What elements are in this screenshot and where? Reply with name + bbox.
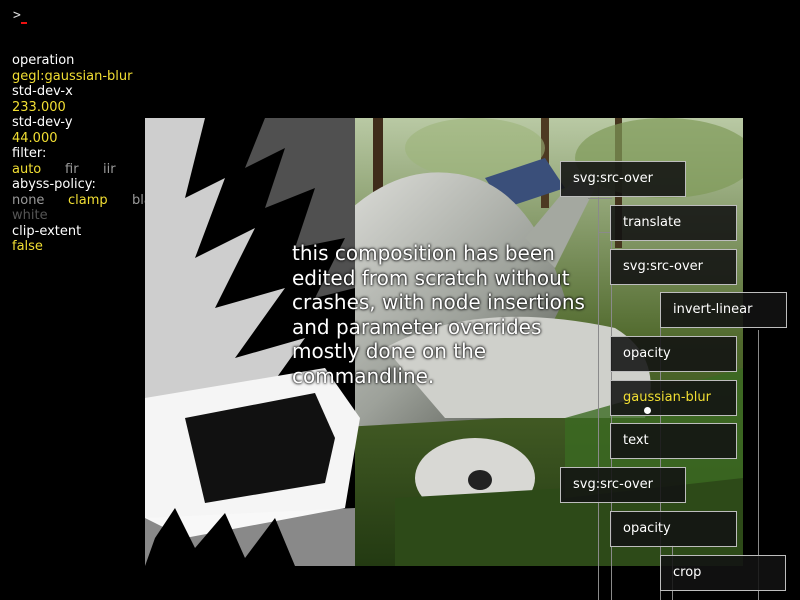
graph-node-invert-linear[interactable]: invert-linear [660, 292, 787, 328]
graph-node-opacity[interactable]: opacity [610, 511, 737, 547]
graph-wire [588, 198, 612, 199]
graph-node-translate[interactable]: translate [610, 205, 737, 241]
graph-node-svg-src-over[interactable]: svg:src-over [560, 467, 686, 503]
std-dev-y-value[interactable]: 44.000 [12, 131, 58, 147]
clip-extent-value[interactable]: false [12, 239, 43, 255]
std-dev-y-label: std-dev-y [12, 115, 73, 130]
filter-option-iir[interactable]: iir [103, 162, 116, 178]
filter-label: filter: [12, 146, 47, 161]
filter-option-auto[interactable]: auto [12, 162, 41, 178]
abyss-option-white[interactable]: white [12, 208, 48, 224]
graph-node-svg-src-over[interactable]: svg:src-over [560, 161, 686, 197]
graph-wire [598, 180, 599, 600]
mouse-pointer [644, 407, 651, 414]
filter-option-fir[interactable]: fir [65, 162, 79, 178]
abyss-option-clamp[interactable]: clamp [68, 193, 108, 209]
graph-node-gaussian-blur[interactable]: gaussian-blur [610, 380, 737, 416]
abyss-option-none[interactable]: none [12, 193, 44, 209]
composition-text: this composition has been edited from sc… [292, 241, 585, 388]
text-cursor [21, 22, 27, 24]
graph-node-crop[interactable]: crop [660, 555, 786, 591]
std-dev-x-value[interactable]: 233.000 [12, 100, 66, 116]
graph-node-text[interactable]: text [610, 423, 737, 459]
std-dev-x-label: std-dev-x [12, 84, 73, 99]
abyss-policy-label: abyss-policy: [12, 177, 96, 192]
graph-node-opacity[interactable]: opacity [610, 336, 737, 372]
operation-label: operation [12, 53, 75, 68]
console-prompt[interactable]: > [13, 8, 21, 23]
graph-node-svg-src-over[interactable]: svg:src-over [610, 249, 737, 285]
operation-value[interactable]: gegl:gaussian-blur [12, 69, 132, 85]
clip-extent-label: clip-extent [12, 223, 82, 239]
